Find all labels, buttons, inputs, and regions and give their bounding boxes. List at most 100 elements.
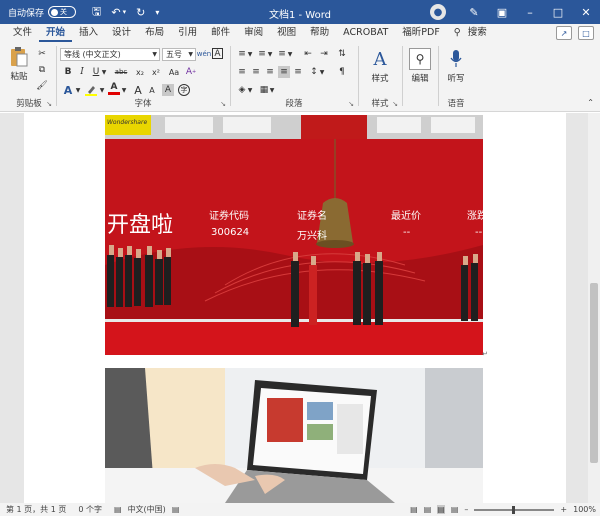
- format-painter-icon[interactable]: 🖌: [36, 80, 48, 92]
- proofing-icon[interactable]: ▤: [114, 505, 122, 514]
- save-icon[interactable]: 🖫: [92, 3, 101, 22]
- cut-icon[interactable]: ✂: [36, 48, 48, 60]
- zoom-slider-knob[interactable]: [512, 505, 516, 514]
- print-layout-icon[interactable]: ▤: [437, 505, 445, 514]
- show-marks-icon[interactable]: ¶: [336, 66, 348, 78]
- focus-mode-icon[interactable]: ▤: [410, 505, 418, 514]
- chevron-down-icon[interactable]: ▼: [98, 84, 106, 96]
- language-status[interactable]: 中文(中国): [128, 504, 166, 515]
- align-left-icon[interactable]: ≡: [236, 66, 248, 78]
- ribbon-display-icon[interactable]: ▣: [488, 6, 516, 19]
- shrink-font-button[interactable]: A: [146, 84, 158, 96]
- paragraph-group: ≡ ▼ ≡ ▼ ≡ ▼ ⇤ ⇥ ≡ ≡ ≡ ≡ ≡ ↕ ▼ ◈ ▼ ▦ ▼ ⇅ …: [232, 44, 356, 110]
- customize-quick-access-icon[interactable]: ▾: [155, 8, 159, 17]
- zoom-out-icon[interactable]: –: [464, 505, 468, 514]
- strikethrough-button[interactable]: abc: [112, 66, 130, 78]
- subscript-button[interactable]: x₂: [134, 66, 146, 78]
- maximize-icon[interactable]: □: [544, 6, 572, 19]
- paragraph-launcher-icon[interactable]: ↘: [348, 100, 354, 108]
- chevron-down-icon[interactable]: ▼: [120, 84, 128, 96]
- minimize-icon[interactable]: –: [516, 6, 544, 19]
- ceremony-photo[interactable]: Wondershare 开盘啦 证券代码 300624 证券名 万兴科 最近价 …: [105, 115, 483, 355]
- justify-icon[interactable]: ≡: [278, 66, 290, 78]
- chevron-down-icon[interactable]: ▼: [246, 84, 254, 96]
- grow-font-icon[interactable]: A +: [184, 66, 198, 78]
- text-effects-button[interactable]: A: [62, 84, 74, 97]
- character-shading-button[interactable]: A: [162, 84, 174, 96]
- increase-indent-icon[interactable]: ⇥: [318, 48, 330, 60]
- undo-dropdown-icon[interactable]: ▾: [123, 8, 127, 16]
- chevron-down-icon[interactable]: ▼: [286, 48, 294, 60]
- chevron-down-icon[interactable]: ▼: [246, 48, 254, 60]
- comments-icon[interactable]: □: [578, 26, 594, 40]
- pinyin-guide-icon[interactable]: wén: [197, 48, 211, 60]
- tab-acrobat[interactable]: ACROBAT: [336, 24, 395, 42]
- tab-review[interactable]: 审阅: [237, 24, 270, 42]
- font-color-button[interactable]: A: [108, 82, 120, 95]
- tab-help[interactable]: 帮助: [303, 24, 336, 42]
- autosave-toggle[interactable]: 关: [48, 6, 77, 18]
- align-right-icon[interactable]: ≡: [264, 66, 276, 78]
- dictate-button[interactable]: 听写: [442, 48, 470, 84]
- tab-search[interactable]: 搜索: [468, 24, 494, 42]
- tab-design[interactable]: 设计: [105, 24, 138, 42]
- align-center-icon[interactable]: ≡: [250, 66, 262, 78]
- sort-icon[interactable]: ⇅: [336, 48, 348, 60]
- chevron-down-icon[interactable]: ▼: [74, 84, 82, 96]
- macro-record-icon[interactable]: ▤: [172, 505, 180, 514]
- pen-icon[interactable]: ✎: [460, 6, 488, 19]
- font-size-select[interactable]: 五号 ▼: [162, 48, 196, 61]
- laptop-photo[interactable]: [105, 368, 483, 503]
- chevron-down-icon[interactable]: ▼: [100, 66, 108, 78]
- enclose-characters-button[interactable]: 字: [178, 84, 190, 96]
- tab-view[interactable]: 视图: [270, 24, 303, 42]
- separator: [230, 46, 231, 106]
- close-icon[interactable]: ✕: [572, 6, 600, 19]
- font-launcher-icon[interactable]: ↘: [220, 100, 226, 108]
- editing-button[interactable]: ⚲ 编辑: [406, 48, 434, 84]
- collapse-ribbon-icon[interactable]: ⌃: [587, 98, 594, 107]
- grow-font-button[interactable]: A: [132, 84, 144, 97]
- zoom-level[interactable]: 100%: [573, 505, 596, 514]
- layout-anchor-icon[interactable]: ↵: [482, 350, 488, 358]
- change-case-button[interactable]: Aa: [166, 66, 182, 78]
- zoom-slider[interactable]: [474, 505, 555, 514]
- chevron-down-icon[interactable]: ▼: [318, 66, 326, 78]
- superscript-button[interactable]: x²: [150, 66, 162, 78]
- decrease-indent-icon[interactable]: ⇤: [302, 48, 314, 60]
- tab-foxit-pdf[interactable]: 福昕PDF: [395, 24, 447, 42]
- italic-button[interactable]: I: [76, 66, 88, 78]
- search-icon[interactable]: ⚲: [447, 24, 468, 42]
- font-name-select[interactable]: 等线 (中文正文) ▼: [60, 48, 160, 61]
- tab-mailings[interactable]: 邮件: [204, 24, 237, 42]
- styles-launcher-icon[interactable]: ↘: [392, 100, 398, 108]
- copy-icon[interactable]: ⧉: [36, 64, 48, 76]
- styles-button[interactable]: A 样式: [364, 48, 396, 85]
- share-icon[interactable]: ↗: [556, 26, 572, 40]
- clipboard-launcher-icon[interactable]: ↘: [46, 100, 52, 108]
- word-count[interactable]: 0 个字: [78, 504, 102, 515]
- chevron-down-icon[interactable]: ▼: [266, 48, 274, 60]
- page-count[interactable]: 第 1 页，共 1 页: [6, 504, 66, 515]
- paragraph-group-label: 段落: [285, 99, 303, 109]
- character-border-icon[interactable]: A: [212, 48, 223, 59]
- bold-button[interactable]: B: [62, 66, 74, 78]
- last-price-value: --: [403, 227, 411, 238]
- read-mode-icon[interactable]: ▤: [424, 505, 432, 514]
- redo-icon[interactable]: ↻: [136, 6, 145, 19]
- tab-references[interactable]: 引用: [171, 24, 204, 42]
- paste-button[interactable]: 粘贴: [6, 46, 32, 82]
- scrollbar-thumb[interactable]: [590, 283, 598, 463]
- highlight-color-button[interactable]: [84, 84, 98, 96]
- user-avatar-icon[interactable]: ●: [430, 4, 446, 20]
- tab-layout[interactable]: 布局: [138, 24, 171, 42]
- web-layout-icon[interactable]: ▤: [451, 505, 459, 514]
- undo-icon[interactable]: ↶: [111, 6, 120, 19]
- tab-insert[interactable]: 插入: [72, 24, 105, 42]
- tab-home[interactable]: 开始: [39, 24, 73, 42]
- zoom-in-icon[interactable]: +: [560, 505, 567, 514]
- vertical-scrollbar[interactable]: [588, 113, 600, 503]
- tab-file[interactable]: 文件: [6, 24, 39, 42]
- distributed-icon[interactable]: ≡: [292, 66, 304, 78]
- chevron-down-icon[interactable]: ▼: [268, 84, 276, 96]
